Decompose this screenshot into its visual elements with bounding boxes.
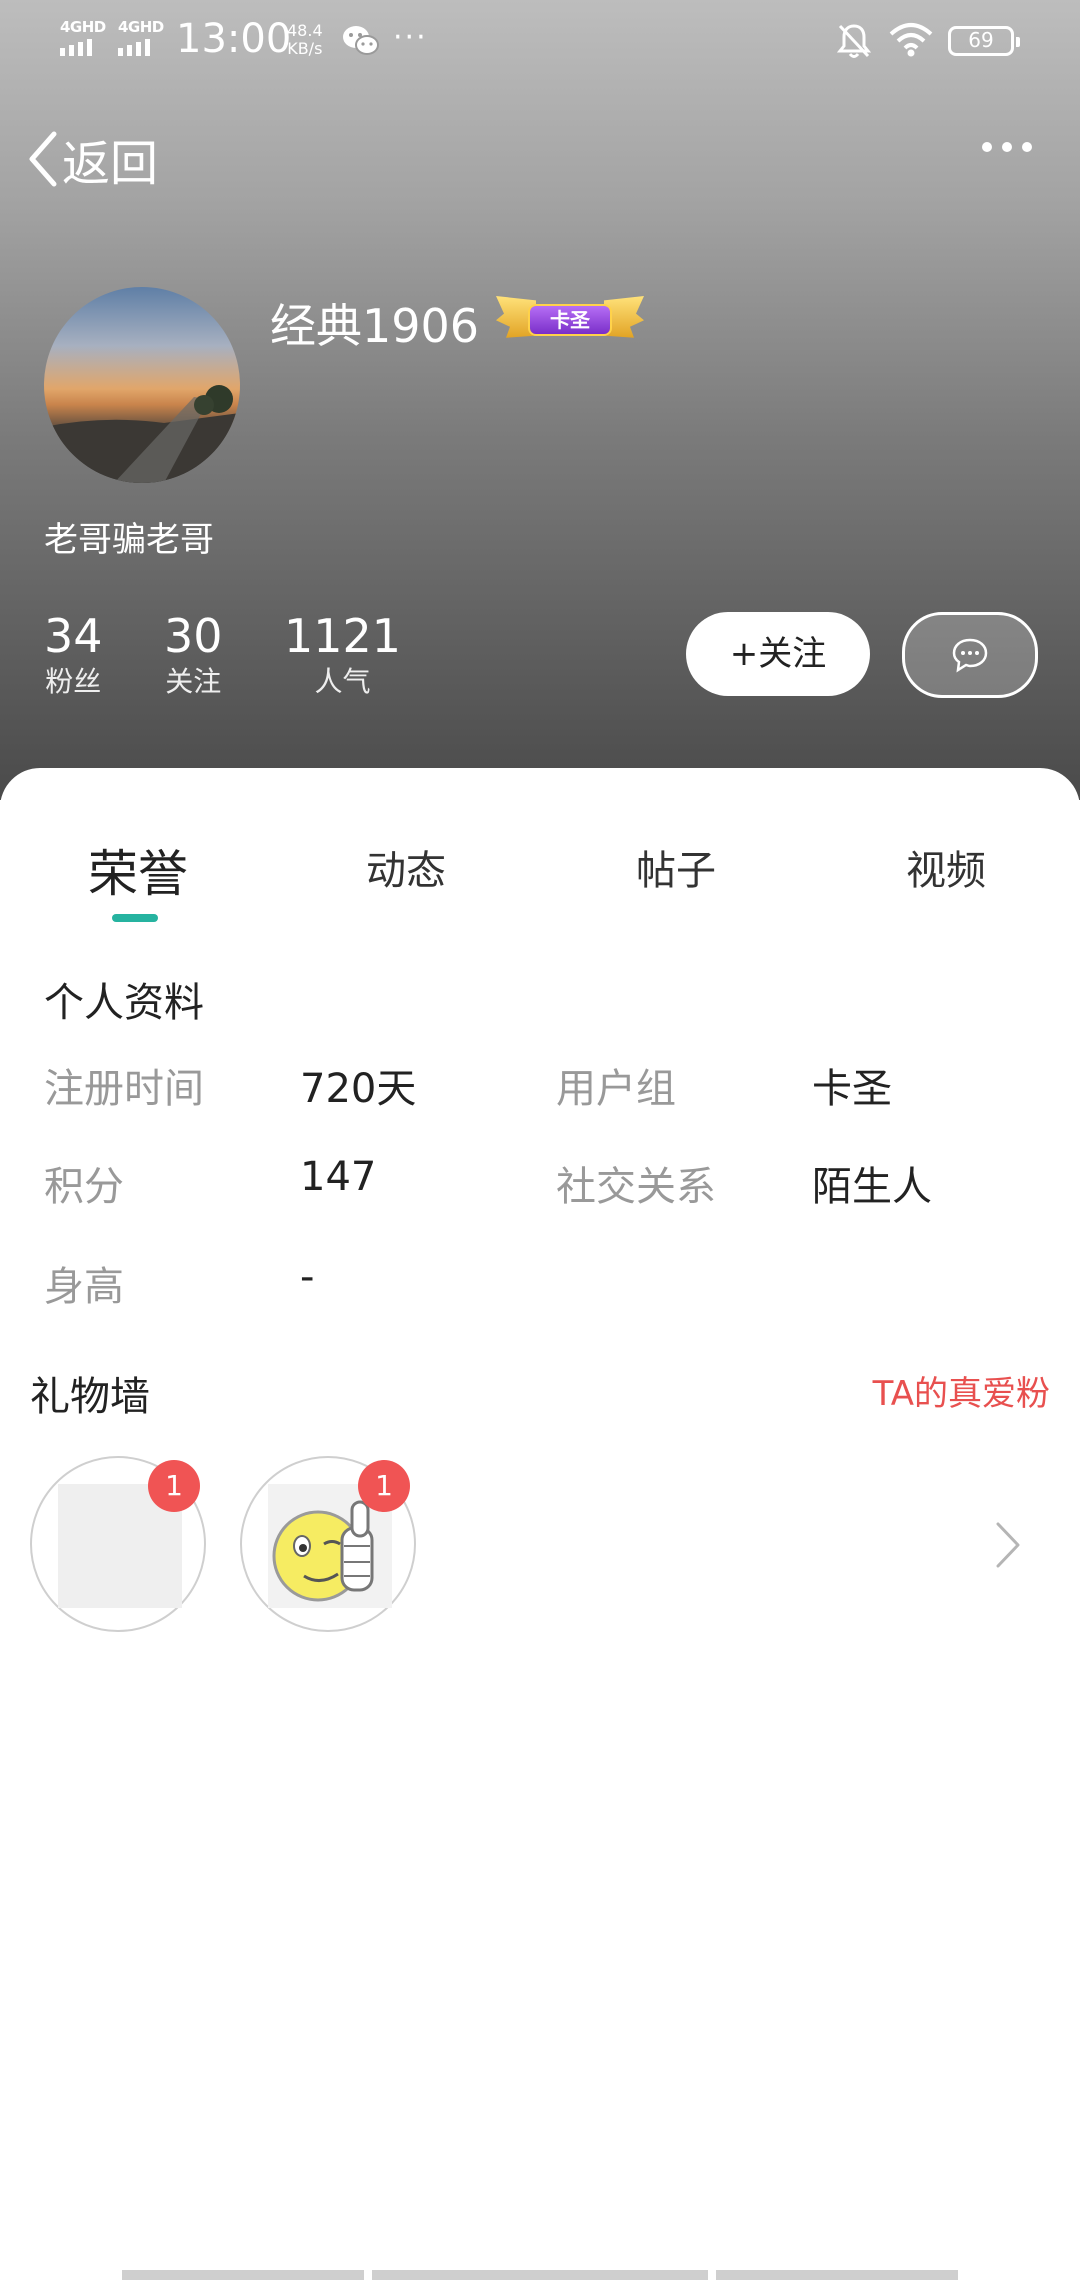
stat-popularity-label: 人气: [314, 665, 371, 698]
social-relation-label: 社交关系: [556, 1164, 716, 1210]
gift-count-badge: 1: [358, 1460, 410, 1512]
user-level-badge: 卡圣: [496, 294, 644, 344]
stat-following-value: 30: [164, 609, 223, 663]
points-value: 147: [300, 1154, 377, 1200]
tab-activity[interactable]: 动态: [366, 838, 446, 896]
height-label: 身高: [44, 1264, 124, 1310]
user-group-value: 卡圣: [812, 1066, 892, 1112]
height-value: -: [300, 1254, 315, 1300]
nav-gesture-bar: [716, 2270, 958, 2280]
nav-gesture-bar: [372, 2270, 708, 2280]
social-relation-value: 陌生人: [812, 1164, 932, 1210]
notification-more: ···: [393, 20, 428, 55]
battery-icon: 69: [948, 26, 1020, 56]
wechat-icon: [342, 24, 380, 62]
stat-fans[interactable]: 34 粉丝: [44, 608, 103, 700]
network-speed-value: 48.4: [287, 21, 323, 40]
tab-posts[interactable]: 帖子: [636, 838, 716, 896]
battery-level: 69: [968, 28, 994, 52]
network-speed-unit: KB/s: [287, 39, 323, 58]
network-speed: 48.4 KB/s: [287, 22, 323, 58]
chevron-right-icon[interactable]: [994, 1520, 1022, 1574]
chat-bubble-icon: [952, 638, 988, 673]
network-type-2: 4GHD: [118, 18, 164, 36]
true-fans-link[interactable]: TA的真爱粉: [873, 1366, 1050, 1415]
status-bar: 4GHD 4GHD 13:00 48.4 KB/s ··· 69: [0, 0, 1080, 84]
wifi-icon: [888, 22, 934, 62]
stat-following-label: 关注: [165, 665, 222, 698]
user-signature: 老哥骗老哥: [44, 520, 214, 560]
stat-popularity: 1121 人气: [284, 608, 401, 700]
signal-icon: 4GHD: [60, 18, 106, 58]
gift-item[interactable]: 1: [30, 1456, 206, 1632]
stat-fans-value: 34: [44, 609, 103, 663]
username: 经典1906: [270, 299, 480, 353]
stat-following[interactable]: 30 关注: [164, 608, 223, 700]
nav-gesture-bar: [122, 2270, 364, 2280]
tab-indicator: [112, 914, 158, 922]
back-button[interactable]: 返回: [28, 124, 158, 194]
back-label: 返回: [62, 136, 159, 192]
avatar[interactable]: [44, 287, 240, 483]
status-time: 13:00: [176, 16, 292, 62]
stat-popularity-value: 1121: [284, 609, 402, 663]
chevron-left-icon: [29, 131, 57, 187]
follow-button[interactable]: +关注: [686, 612, 870, 696]
gift-item[interactable]: 1: [240, 1456, 416, 1632]
personal-info-title: 个人资料: [44, 980, 204, 1026]
message-button[interactable]: [902, 612, 1038, 698]
more-options-icon[interactable]: [982, 142, 1032, 152]
tab-videos[interactable]: 视频: [906, 838, 986, 896]
user-group-label: 用户组: [556, 1066, 676, 1112]
register-time-value: 720天: [300, 1066, 417, 1112]
gift-count-badge: 1: [148, 1460, 200, 1512]
bell-muted-icon: [836, 22, 872, 64]
stat-fans-label: 粉丝: [45, 665, 102, 698]
points-label: 积分: [44, 1164, 124, 1210]
gift-wall-title: 礼物墙: [30, 1374, 150, 1420]
signal-icon-2: 4GHD: [118, 18, 164, 58]
tab-honor[interactable]: 荣誉: [88, 834, 188, 906]
network-type-1: 4GHD: [60, 18, 106, 36]
badge-label: 卡圣: [528, 304, 612, 336]
register-time-label: 注册时间: [44, 1066, 204, 1112]
